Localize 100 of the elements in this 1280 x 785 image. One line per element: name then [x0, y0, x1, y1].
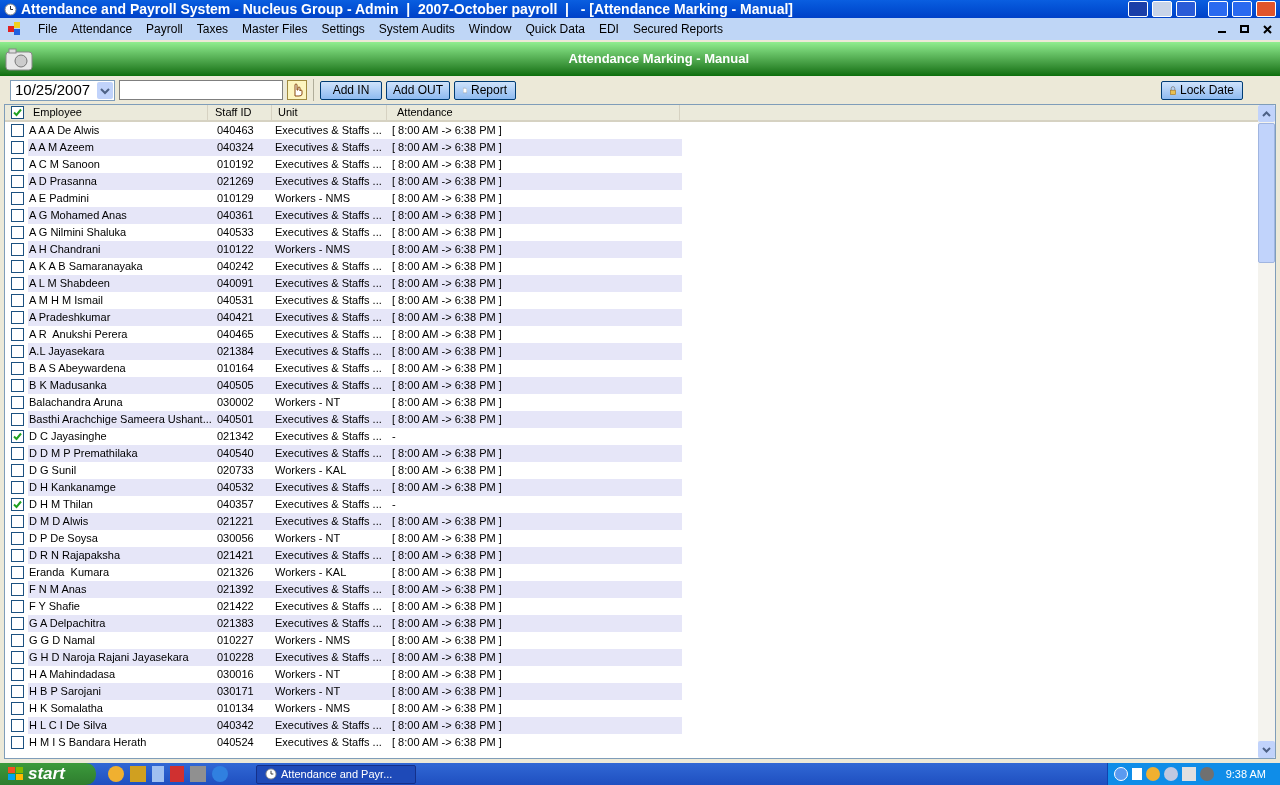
column-header[interactable]: Staff ID [208, 105, 272, 120]
checkbox[interactable] [11, 311, 24, 324]
employee-name: D R N Rajapaksha [28, 548, 122, 564]
unit-cell-text: Workers - NT [275, 684, 342, 700]
checkbox[interactable] [11, 192, 24, 205]
checkbox[interactable] [11, 209, 24, 222]
date-picker[interactable]: 10/25/2007 [10, 79, 115, 101]
checkbox[interactable] [11, 447, 24, 460]
tray-expand-icon[interactable] [1113, 767, 1128, 781]
checkbox[interactable] [11, 379, 24, 392]
scrollbar-thumb[interactable] [1258, 123, 1275, 263]
toolbar-button[interactable]: Report [454, 80, 516, 100]
column-header[interactable]: Unit [272, 105, 387, 120]
checkbox[interactable] [11, 106, 24, 119]
tray-icon[interactable] [1131, 768, 1142, 780]
checkbox[interactable] [11, 515, 24, 528]
employee-name: A M H M Ismail [28, 293, 104, 309]
checkbox[interactable] [11, 141, 24, 154]
employee-name: D P De Soysa [28, 531, 99, 547]
checkbox[interactable] [11, 345, 24, 358]
menu-item[interactable]: Master Files [242, 20, 308, 38]
checkbox[interactable] [11, 719, 24, 732]
close-button[interactable] [1256, 1, 1276, 17]
checkbox[interactable] [11, 464, 24, 477]
checkbox[interactable] [11, 702, 24, 715]
tray-icon[interactable] [1181, 767, 1196, 781]
checkbox[interactable] [11, 498, 24, 511]
checkbox[interactable] [11, 430, 24, 443]
unit-cell-text: Executives & Staffs ... [275, 310, 383, 326]
menu-item[interactable]: Taxes [196, 20, 229, 38]
attendance-cell-text: [ 8:00 AM -> 6:38 PM ] [391, 701, 502, 717]
checkbox[interactable] [11, 260, 24, 273]
checkbox[interactable] [11, 277, 24, 290]
attendance-cell-text: [ 8:00 AM -> 6:38 PM ] [391, 548, 502, 564]
employee-name: Basthi Arachchige Sameera Ushant... [28, 412, 213, 428]
menu-item[interactable]: Quick Data [525, 20, 585, 38]
restore-icon[interactable] [1240, 25, 1249, 33]
checkbox[interactable] [11, 328, 24, 341]
column-header[interactable]: Employee [28, 105, 208, 120]
menu-item[interactable]: File [38, 20, 58, 38]
attendance-cell-text: [ 8:00 AM -> 6:38 PM ] [391, 480, 502, 496]
checkbox[interactable] [11, 651, 24, 664]
staff-id: 030002 [216, 395, 255, 411]
checkbox[interactable] [11, 294, 24, 307]
checkbox[interactable] [11, 226, 24, 239]
menu-item[interactable]: Window [468, 20, 512, 38]
menu-item[interactable]: Payroll [146, 20, 183, 38]
toolbar-button[interactable]: Add OUT [386, 80, 450, 100]
start-button[interactable]: start [0, 763, 96, 785]
toolbar-button[interactable]: Add IN [320, 80, 382, 100]
taskbar-task[interactable]: Attendance and Payr... [256, 764, 416, 784]
checkbox[interactable] [11, 158, 24, 171]
menu-item[interactable]: EDI [598, 20, 619, 38]
attendance-cell-text: [ 8:00 AM -> 6:38 PM ] [391, 208, 502, 224]
attendance-cell-text: [ 8:00 AM -> 6:38 PM ] [391, 633, 502, 649]
checkbox[interactable] [11, 413, 24, 426]
checkbox[interactable] [11, 685, 24, 698]
employee-name: A G Nilmini Shaluka [28, 225, 128, 241]
unit-cell-text: Executives & Staffs ... [275, 361, 383, 377]
checkbox[interactable] [11, 549, 24, 562]
employee-name: H A Mahindadasa [28, 667, 117, 683]
attendance-cell-text: - [391, 429, 396, 445]
staff-id: 040533 [216, 225, 255, 241]
menu-item[interactable]: Settings [321, 20, 365, 38]
checkbox[interactable] [11, 243, 24, 256]
checkbox[interactable] [11, 736, 24, 749]
menu-item[interactable]: System Audits [378, 20, 455, 38]
menu-item[interactable]: Secured Reports [632, 20, 723, 38]
scroll-up-icon[interactable] [1262, 110, 1271, 117]
unit-cell-text: Executives & Staffs ... [275, 548, 383, 564]
menu-item[interactable]: Attendance [71, 20, 133, 38]
checkbox[interactable] [11, 362, 24, 375]
dropdown-icon[interactable] [97, 81, 113, 99]
checkbox[interactable] [11, 566, 24, 579]
search-field[interactable] [119, 80, 283, 100]
attendance-cell-text: [ 8:00 AM -> 6:38 PM ] [391, 191, 502, 207]
staff-id: 010134 [216, 701, 255, 717]
scroll-down-icon[interactable] [1262, 746, 1271, 753]
lock-date-button[interactable]: Lock Date [1161, 80, 1243, 100]
unit-cell-text: Workers - KAL [275, 463, 348, 479]
checkbox[interactable] [11, 600, 24, 613]
minimize-button[interactable] [1208, 1, 1228, 17]
checkbox[interactable] [11, 583, 24, 596]
attendance-cell-text: [ 8:00 AM -> 6:38 PM ] [391, 616, 502, 632]
checkbox[interactable] [11, 175, 24, 188]
hand-pointer-icon[interactable] [287, 80, 307, 100]
checkbox[interactable] [11, 124, 24, 137]
attendance-cell-text: [ 8:00 AM -> 6:38 PM ] [391, 140, 502, 156]
unit-cell-text: Executives & Staffs ... [275, 208, 383, 224]
checkbox[interactable] [11, 481, 24, 494]
checkbox[interactable] [11, 668, 24, 681]
checkbox[interactable] [11, 396, 24, 409]
checkbox[interactable] [11, 634, 24, 647]
column-header[interactable]: Attendance [387, 105, 680, 120]
scrollbar[interactable] [1258, 105, 1275, 758]
maximize-button[interactable] [1232, 1, 1252, 17]
checkbox[interactable] [11, 532, 24, 545]
quick-launch-icon[interactable] [108, 766, 124, 782]
checkbox[interactable] [11, 617, 24, 630]
close-icon[interactable] [1263, 24, 1272, 34]
